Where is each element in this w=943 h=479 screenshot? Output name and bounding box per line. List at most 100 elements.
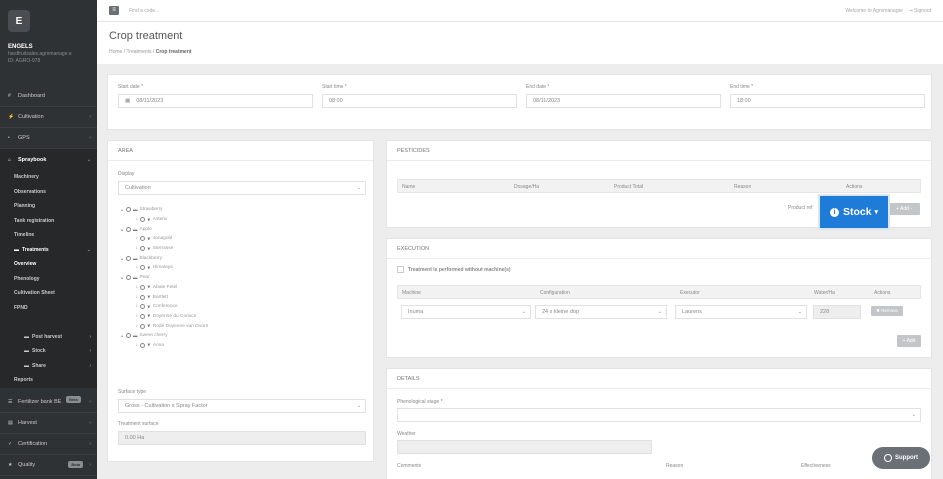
tree-item-label: Strawberry [139,207,163,213]
org-logo[interactable]: E [8,10,30,32]
chevron-right-icon: › [89,135,91,141]
sidebar-item-quality[interactable]: ★ Quality Beta › [0,455,97,476]
folder-icon: ▬ [14,246,19,253]
sidebar-item-fpnd[interactable]: FPND [0,301,97,316]
radio-button[interactable] [126,275,131,281]
radio-button[interactable] [126,226,131,232]
tree-variety-item[interactable]: └ ❦ Jonagold [121,234,321,244]
hamburger-menu-icon[interactable]: ≡ [109,6,119,15]
tree-crop-item[interactable]: ▴ ▬ Pear [121,273,321,283]
chevron-right-icon: › [89,348,91,355]
tree-crop-item[interactable]: ▴ ▬ Sweet cherry [121,331,321,341]
sidebar-item-post-harvest[interactable]: ▬ Post harvest › [0,330,97,345]
tree-variety-item[interactable]: └ ❦ Sterrasse [121,244,321,254]
stock-label: Stock [842,206,872,218]
chat-icon [884,454,892,462]
radio-button[interactable] [140,294,145,300]
phenological-stage-select[interactable]: ⌄ [397,408,921,422]
breadcrumb-current: Crop treatment [155,49,192,55]
sidebar-item-stock[interactable]: ▬ Stock › [0,344,97,359]
sidebar-item-cultivation[interactable]: ⚡ Cultivation › [0,107,97,128]
machine-select[interactable]: Inuma ⌄ [401,305,531,319]
pesticides-table-header: Name Dosage/Ha Product Total Reason Acti… [397,179,921,193]
breadcrumb-treatments[interactable]: Treatments [126,49,151,55]
sidebar-item-harvest[interactable]: ▤ Harvest › [0,413,97,434]
leaf-icon: ❦ [147,313,151,319]
folder-icon: ▬ [24,362,29,369]
sidebar-item-label: Fertilizer bank BE [18,398,62,405]
add-pesticide-button[interactable]: + Add - [888,203,920,215]
radio-button[interactable] [140,246,145,252]
tree-variety-item[interactable]: └ ❦ Anna [121,341,321,351]
weather-input[interactable] [397,440,652,454]
tree-variety-item[interactable]: └ ❦ Doyenné du Comice [121,312,321,322]
fertilizer-icon: ☰ [8,398,13,405]
sidebar-item-reports[interactable]: Reports [0,373,97,388]
code-search-input[interactable]: Find a code... [129,8,159,14]
radio-button[interactable] [140,236,145,242]
tree-crop-item[interactable]: ▴ ▬ Blackberry [121,253,321,263]
sidebar-item-cultivation-sheet[interactable]: Cultivation Sheet [0,286,97,301]
end-date-input[interactable]: 08/11/2023 [526,94,721,108]
no-machine-checkbox[interactable] [397,266,404,273]
sidebar-item-tank-registration[interactable]: Tank registration [0,214,97,229]
radio-button[interactable] [140,342,145,348]
chevron-down-icon: ⌄ [356,185,361,191]
radio-button[interactable] [126,207,131,213]
tree-item-label: Abate Fetel [152,284,178,290]
radio-button[interactable] [140,284,145,290]
folder-icon: ▬ [133,255,138,261]
sidebar-item-gps[interactable]: • GPS › [0,128,97,149]
sidebar-item-share[interactable]: ▬ Share › [0,359,97,374]
add-machine-button[interactable]: + Add [897,335,921,347]
end-time-input[interactable]: 18:00 [730,94,925,108]
radio-button[interactable] [140,217,145,223]
radio-button[interactable] [140,265,145,271]
radio-button[interactable] [126,255,131,261]
remove-machine-button[interactable]: ✖ Remove [871,306,903,316]
support-button[interactable]: Support [872,447,930,469]
tree-variety-item[interactable]: └ ❦ Conference [121,302,321,312]
tree-crop-item[interactable]: ▴ ▬ Strawberry [121,205,321,215]
sidebar-item-machinery[interactable]: Machinery [0,170,97,185]
signout-link[interactable]: Signout [914,8,931,14]
sidebar-item-phenology[interactable]: Phenology [0,272,97,287]
pesticides-title: PESTICIDES [387,141,931,161]
sidebar-item-treatments[interactable]: ▬ Treatments ⌄ [0,243,97,258]
effectiveness-label: Effectiveness [801,463,831,469]
sidebar-item-dashboard[interactable]: # Dashboard [0,86,97,107]
radio-button[interactable] [140,313,145,319]
start-time-input[interactable]: 08:00 [322,94,517,108]
surface-type-select[interactable]: Gross - Cultivation x Spray Factor ⌄ [118,399,366,413]
tree-variety-item[interactable]: └ ❦ Abate Fetel [121,283,321,293]
radio-button[interactable] [140,323,145,329]
sidebar-item-spraybook[interactable]: ⌂ Spraybook ⌄ [0,149,97,170]
folder-icon: ▬ [24,348,29,355]
folder-icon: ▬ [133,275,138,281]
col-water: Water/Ha [814,290,835,296]
sidebar-item-planning[interactable]: Planning [0,199,97,214]
start-date-input[interactable]: ▦ 08/11/2023 [118,94,313,108]
sidebar-item-observations[interactable]: Observations [0,185,97,200]
sidebar-item-fertilizer-bank[interactable]: ☰ Fertilizer bank BE › [0,392,97,413]
stock-dropdown-button[interactable]: i Stock ▾ [820,196,888,228]
display-value: Cultivation [125,185,151,191]
tree-variety-item[interactable]: └ ❦ Asterix [121,215,321,225]
breadcrumb-home[interactable]: Home [109,49,122,55]
radio-button[interactable] [126,333,131,339]
sidebar-item-timeline[interactable]: Timeline [0,228,97,243]
tree-variety-item[interactable]: └ ❦ Rode Doyenne van Doorn [121,321,321,331]
radio-button[interactable] [140,304,145,310]
details-panel: DETAILS Phenological stage * ⌄ Weather C… [386,368,932,479]
sidebar-item-certification[interactable]: ✓ Certification › [0,434,97,455]
executor-value: Laurens [682,309,702,315]
tree-variety-item[interactable]: └ ❦ Bartlett [121,292,321,302]
display-select[interactable]: Cultivation ⌄ [118,181,366,195]
water-input[interactable]: 228 [813,305,861,319]
sidebar-item-label: GPS [18,135,30,141]
configuration-select[interactable]: 24 x kleine dop ⌄ [535,305,667,319]
tree-crop-item[interactable]: ▴ ▬ Apple [121,224,321,234]
executor-select[interactable]: Laurens ⌄ [675,305,807,319]
sidebar-item-overview[interactable]: Overview [0,257,97,272]
tree-variety-item[interactable]: └ ❦ Himalaya [121,263,321,273]
